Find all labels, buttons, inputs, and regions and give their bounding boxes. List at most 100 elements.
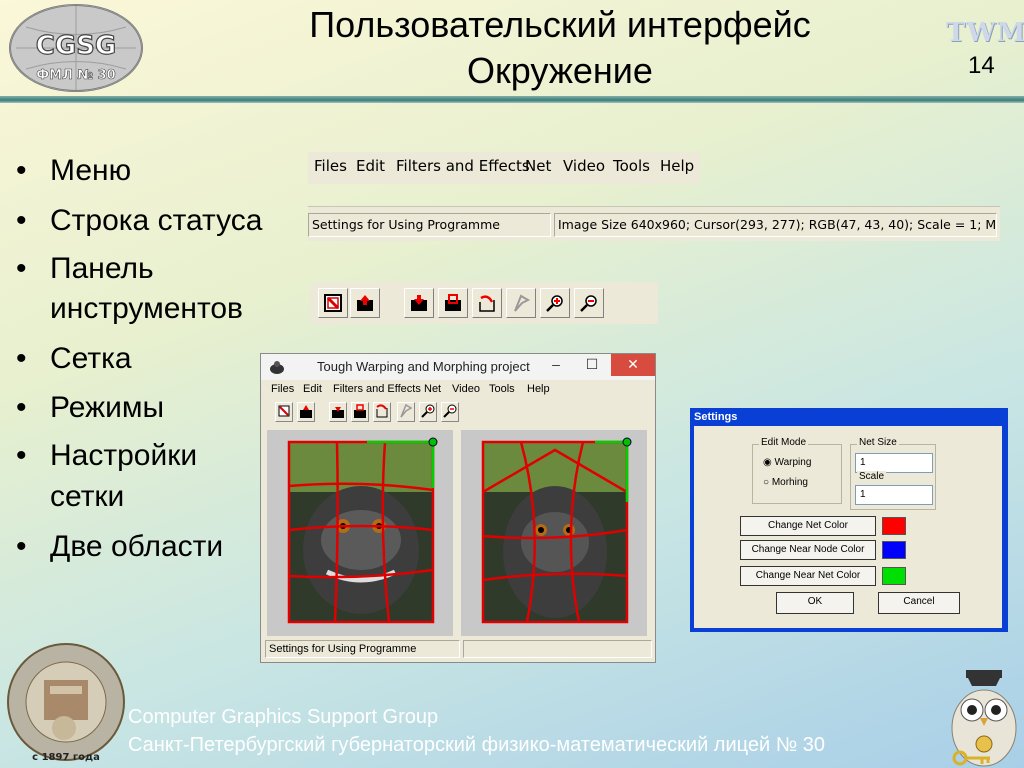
undo-button[interactable] bbox=[472, 288, 502, 318]
open-button[interactable] bbox=[350, 288, 380, 318]
net-color-swatch[interactable] bbox=[882, 517, 906, 535]
title-line-2: Окружение bbox=[467, 50, 653, 91]
save-icon bbox=[332, 407, 344, 418]
menu-edit[interactable]: Edit bbox=[356, 157, 385, 175]
scale-input[interactable]: 1 bbox=[855, 485, 933, 505]
title-line-1: Пользовательский интерфейс bbox=[309, 4, 811, 45]
open-icon bbox=[300, 405, 312, 418]
app-icon bbox=[270, 361, 284, 374]
source-image bbox=[287, 437, 438, 624]
menu-files[interactable]: Files bbox=[314, 157, 347, 175]
maximize-button[interactable]: ☐ bbox=[577, 354, 607, 376]
result-image-pane[interactable] bbox=[461, 430, 647, 636]
menu-tools[interactable]: Tools bbox=[613, 157, 650, 175]
source-image-pane[interactable] bbox=[267, 430, 453, 636]
zoom-out-button[interactable] bbox=[574, 288, 604, 318]
result-image bbox=[481, 437, 632, 624]
app-title: Tough Warping and Morphing project bbox=[317, 359, 530, 374]
dialog-body: Edit Mode ◉ Warping ○ Morhing Net Size 1… bbox=[694, 426, 1002, 628]
near-net-color-swatch[interactable] bbox=[882, 567, 906, 585]
net-tool-icon bbox=[400, 403, 413, 418]
save-icon bbox=[411, 295, 427, 311]
zoom-in-icon bbox=[546, 295, 563, 312]
seal-year: с 1897 года bbox=[32, 752, 100, 763]
save-as-icon bbox=[354, 404, 366, 418]
app-status-text: Settings for Using Programme bbox=[265, 640, 460, 658]
app-zoomout-button[interactable] bbox=[441, 402, 459, 422]
settings-dialog: Settings Edit Mode ◉ Warping ○ Morhing N… bbox=[690, 408, 1008, 632]
brand-badge: TWM bbox=[946, 18, 1024, 48]
app-menu-files[interactable]: Files bbox=[271, 383, 294, 395]
menu-help[interactable]: Help bbox=[660, 157, 694, 175]
app-menu-filters[interactable]: Filters and Effects bbox=[333, 383, 421, 395]
minimize-button[interactable]: – bbox=[541, 354, 571, 376]
open-icon bbox=[357, 295, 373, 311]
app-new-button[interactable] bbox=[275, 402, 293, 422]
save-button[interactable] bbox=[404, 288, 434, 318]
app-menubar: Files Edit Filters and Effects Net Video… bbox=[261, 380, 655, 400]
change-near-node-color-button[interactable]: Change Near Node Color bbox=[740, 540, 876, 560]
menu-filters[interactable]: Filters and Effects bbox=[396, 157, 530, 175]
status-right-panel: Image Size 640x960; Cursor(293, 277); RG… bbox=[554, 213, 997, 237]
net-tool-button[interactable] bbox=[506, 288, 536, 318]
cgsg-logo: CGSG ФМЛ № 30 bbox=[9, 4, 143, 92]
close-button[interactable]: ✕ bbox=[611, 354, 655, 376]
change-near-net-color-button[interactable]: Change Near Net Color bbox=[740, 566, 876, 586]
new-file-button[interactable] bbox=[318, 288, 348, 318]
scale-label: Scale bbox=[857, 471, 887, 482]
app-menu-help[interactable]: Help bbox=[527, 383, 550, 395]
app-status-panel-2 bbox=[463, 640, 652, 658]
app-net-button[interactable] bbox=[397, 402, 415, 422]
dialog-title: Settings bbox=[694, 411, 738, 423]
page-number: 14 bbox=[968, 52, 995, 79]
zoom-in-icon bbox=[421, 404, 435, 418]
logo-subtext: ФМЛ № 30 bbox=[36, 68, 115, 83]
menu-net[interactable]: Net bbox=[525, 157, 551, 175]
radio-morphing[interactable]: ○ Morhing bbox=[763, 477, 808, 488]
save-as-icon bbox=[445, 294, 461, 311]
net-size-label: Net Size bbox=[857, 437, 899, 448]
app-window: Tough Warping and Morphing project – ☐ ✕… bbox=[260, 353, 656, 663]
menu-video[interactable]: Video bbox=[563, 157, 605, 175]
page-title: Пользовательский интерфейс Окружение bbox=[150, 2, 970, 94]
app-menu-video[interactable]: Video bbox=[452, 383, 480, 395]
app-toolbar bbox=[261, 400, 655, 426]
zoom-out-icon bbox=[580, 295, 597, 312]
app-menu-edit[interactable]: Edit bbox=[303, 383, 322, 395]
footer-group-name: Computer Graphics Support Group bbox=[128, 706, 439, 728]
ok-button[interactable]: OK bbox=[776, 592, 854, 614]
app-saveas-button[interactable] bbox=[351, 402, 369, 422]
net-size-input[interactable]: 1 bbox=[855, 453, 933, 473]
logo-text: CGSG bbox=[36, 31, 117, 61]
cancel-button[interactable]: Cancel bbox=[878, 592, 960, 614]
app-undo-button[interactable] bbox=[373, 402, 391, 422]
net-tool-icon bbox=[514, 294, 530, 312]
header-divider bbox=[0, 96, 1024, 103]
near-node-color-swatch[interactable] bbox=[882, 541, 906, 559]
app-zoomin-button[interactable] bbox=[419, 402, 437, 422]
change-net-color-button[interactable]: Change Net Color bbox=[740, 516, 876, 536]
status-left-panel: Settings for Using Programme bbox=[308, 213, 551, 237]
edit-mode-group: Edit Mode ◉ Warping ○ Morhing bbox=[752, 437, 842, 504]
new-file-icon bbox=[324, 294, 342, 312]
radio-warping[interactable]: ◉ Warping bbox=[763, 457, 811, 468]
app-menu-net[interactable]: Net bbox=[424, 383, 441, 395]
app-menu-tools[interactable]: Tools bbox=[489, 383, 515, 395]
save-as-button[interactable] bbox=[438, 288, 468, 318]
owl-mascot bbox=[951, 670, 1017, 767]
toolbar-example bbox=[310, 282, 658, 324]
new-file-icon bbox=[278, 405, 290, 417]
app-statusbar: Settings for Using Programme bbox=[265, 640, 652, 660]
lyceum-seal: с 1897 года bbox=[7, 643, 125, 763]
app-titlebar[interactable]: Tough Warping and Morphing project – ☐ ✕ bbox=[261, 354, 655, 380]
undo-icon bbox=[479, 295, 495, 312]
edit-mode-label: Edit Mode bbox=[759, 437, 809, 448]
app-open-button[interactable] bbox=[297, 402, 315, 422]
net-size-group: Net Size 1 Scale 1 bbox=[850, 437, 936, 510]
footer-school-name: Санкт-Петербургский губернаторский физик… bbox=[128, 734, 825, 756]
zoom-in-button[interactable] bbox=[540, 288, 570, 318]
menu-bar-example: Files Edit Filters and Effects Net Video… bbox=[308, 152, 700, 184]
app-save-button[interactable] bbox=[329, 402, 347, 422]
zoom-out-icon bbox=[443, 404, 457, 418]
status-bar-example: Settings for Using Programme Image Size … bbox=[308, 206, 1000, 241]
